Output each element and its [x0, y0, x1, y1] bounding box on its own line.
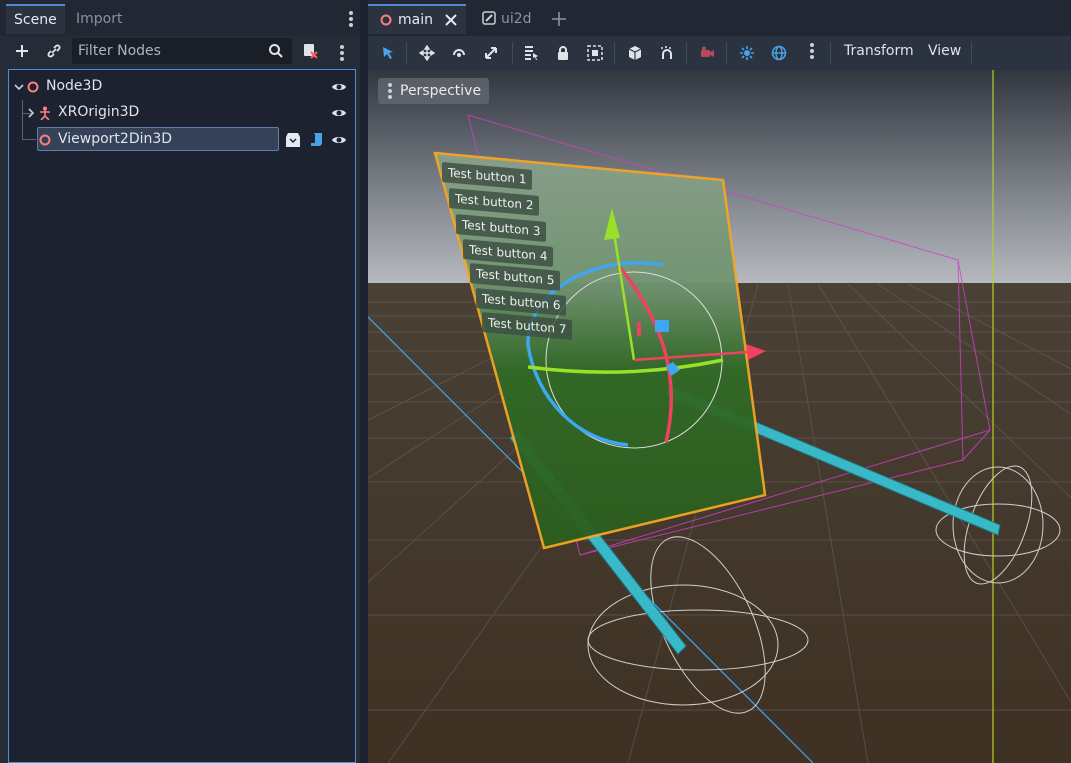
toolbar-separator	[614, 42, 615, 64]
plus-icon	[16, 45, 28, 57]
preview-sun-button[interactable]	[734, 41, 760, 65]
filter-nodes-field[interactable]	[72, 38, 292, 64]
use-snap-button[interactable]	[654, 41, 680, 65]
use-local-space-button[interactable]	[622, 41, 648, 65]
script-remove-icon	[304, 44, 318, 59]
preview-camera-button[interactable]	[694, 41, 720, 65]
instance-scene-button[interactable]	[42, 39, 66, 63]
snap-icon	[661, 46, 672, 59]
tree-label-viewport2din3d: Viewport2Din3D	[58, 131, 173, 147]
perspective-label: Perspective	[400, 83, 482, 99]
toolbar-separator	[971, 42, 972, 64]
close-icon[interactable]	[445, 14, 457, 26]
scene-tab-bar: main ui2d	[368, 0, 1071, 36]
visibility-eye-icon[interactable]	[331, 79, 347, 95]
transform-menu-button[interactable]: Transform	[844, 43, 914, 59]
scene-tab-ui2d[interactable]: ui2d	[472, 4, 542, 34]
perspective-menu-icon	[388, 83, 392, 101]
tab-import[interactable]: Import	[68, 4, 130, 34]
list-select-icon	[525, 46, 538, 60]
preview-environment-button[interactable]	[766, 41, 792, 65]
toolbar-separator	[686, 42, 687, 64]
perspective-menu-button[interactable]: Perspective	[378, 78, 490, 104]
chevron-right-icon[interactable]	[26, 108, 36, 118]
script-icon[interactable]	[309, 132, 325, 148]
search-icon	[269, 44, 283, 58]
tree-row-node3d[interactable]: Node3D	[9, 74, 355, 100]
camera-icon	[701, 46, 714, 57]
remote-scene-button[interactable]	[298, 39, 322, 63]
tree-label-xrorigin3d: XROrigin3D	[58, 104, 140, 120]
node3d-icon	[39, 134, 51, 146]
group-icon	[587, 45, 603, 61]
add-node-button[interactable]	[10, 39, 34, 63]
xrorigin-icon	[40, 106, 50, 120]
cube-icon	[628, 46, 642, 60]
node3d-icon	[380, 14, 392, 26]
group-button[interactable]	[582, 41, 608, 65]
tree-row-xrorigin3d[interactable]: XROrigin3D	[9, 100, 355, 126]
lock-button[interactable]	[550, 41, 576, 65]
visibility-eye-icon[interactable]	[331, 132, 347, 148]
environment-menu-icon[interactable]	[810, 43, 814, 61]
scene-tree: Node3D XROrigin3D Viewport2Din3D	[8, 69, 356, 763]
add-tab-icon[interactable]	[552, 12, 566, 26]
tree-label-node3d: Node3D	[46, 78, 103, 94]
dock-tab-bar: Scene Import	[0, 0, 360, 36]
scene-edit-icon	[482, 11, 496, 25]
list-select-button[interactable]	[518, 41, 544, 65]
move-tool-button[interactable]	[414, 41, 440, 65]
view-menu-button[interactable]: View	[928, 43, 961, 59]
viewport-toolbar: Transform View	[368, 36, 1071, 70]
select-arrow-icon	[383, 47, 393, 59]
3d-viewport[interactable]: Perspective Test button 1 Test button 2 Te…	[368, 70, 1071, 763]
rotate-icon	[453, 49, 465, 57]
globe-icon	[771, 45, 787, 61]
toolbar-separator	[726, 42, 727, 64]
editor-area: main ui2d Transform View Perspective Tes…	[368, 0, 1071, 763]
tab-scene[interactable]: Scene	[6, 4, 65, 34]
scene-menu-icon[interactable]	[340, 45, 344, 63]
scale-tool-button[interactable]	[478, 41, 504, 65]
scene-dock: Scene Import Node3D	[0, 0, 360, 763]
scale-icon	[485, 47, 497, 59]
dock-menu-icon[interactable]	[349, 11, 353, 29]
toolbar-separator	[406, 42, 407, 64]
open-scene-icon[interactable]	[285, 132, 301, 148]
tree-row-viewport2din3d[interactable]: Viewport2Din3D	[9, 127, 355, 153]
chevron-down-icon[interactable]	[14, 82, 24, 92]
toolbar-separator	[830, 42, 831, 64]
scene-tab-label: ui2d	[501, 11, 532, 27]
link-icon	[47, 44, 61, 58]
node3d-icon	[27, 81, 39, 93]
sun-icon	[740, 46, 754, 60]
toolbar-separator	[512, 42, 513, 64]
scene-tab-label: main	[398, 12, 433, 28]
select-tool-button[interactable]	[375, 41, 401, 65]
move-icon	[419, 45, 435, 61]
visibility-eye-icon[interactable]	[331, 105, 347, 121]
lock-icon	[558, 46, 568, 60]
filter-nodes-input[interactable]	[72, 38, 268, 64]
scene-tab-main[interactable]: main	[368, 4, 466, 34]
rotate-tool-button[interactable]	[446, 41, 472, 65]
